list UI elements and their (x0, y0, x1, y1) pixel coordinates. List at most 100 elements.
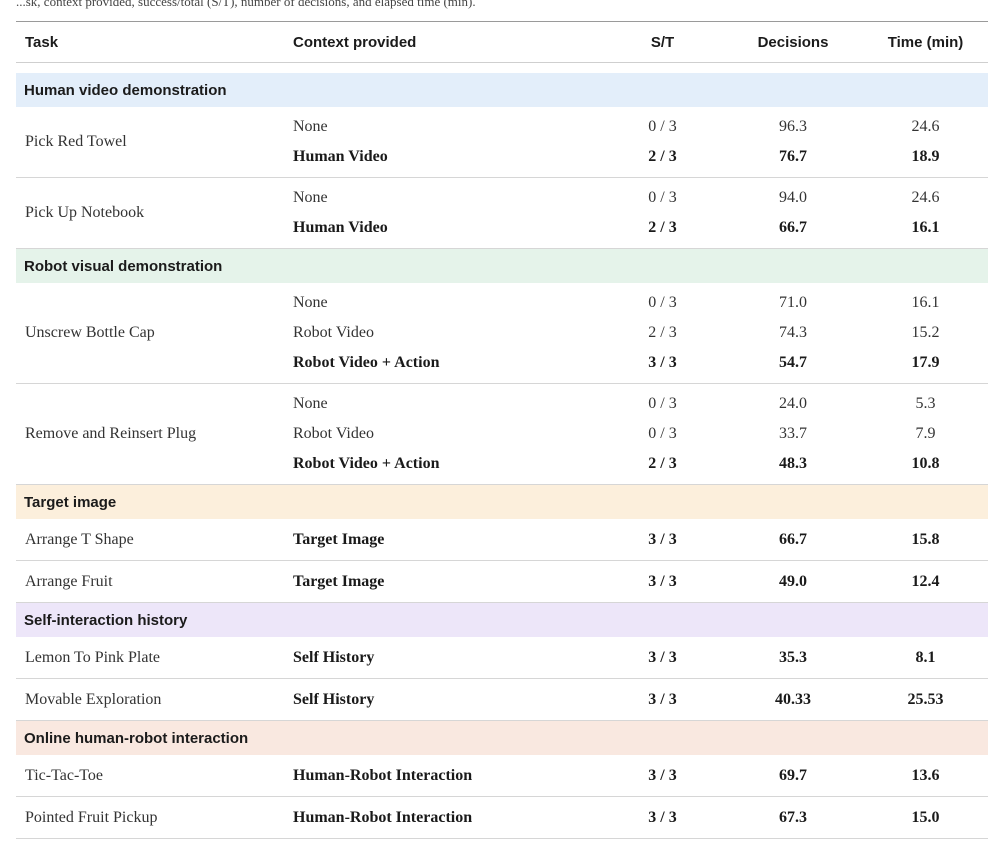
task-rows: Self History 3 / 3 40.33 25.53 (284, 679, 988, 720)
task-name: Lemon To Pink Plate (25, 648, 161, 666)
context-cell: Self History (293, 648, 375, 666)
task-name: Tic-Tac-Toe (25, 766, 104, 784)
time-cell: 5.3 (915, 395, 936, 412)
st-cell: 3 / 3 (648, 572, 677, 590)
decisions-cell: 35.3 (779, 648, 807, 666)
st-cell: 0 / 3 (648, 118, 677, 135)
table-row: Human Video 2 / 3 66.7 16.1 (284, 213, 988, 243)
task-name: Movable Exploration (25, 690, 162, 708)
time-cell: 16.1 (911, 294, 940, 311)
context-cell: Robot Video + Action (293, 455, 440, 472)
context-cell: None (293, 294, 328, 311)
time-cell: 13.6 (911, 766, 940, 784)
results-table: Task Context provided S/T Decisions Time… (16, 22, 988, 839)
table-row: Robot Video + Action 3 / 3 54.7 17.9 (284, 348, 988, 378)
task-rows: None 0 / 3 24.0 5.3 Robot Video 0 / 3 33.7 7.9 R… (284, 384, 988, 484)
st-cell: 0 / 3 (648, 189, 677, 206)
context-cell: Self History (293, 690, 375, 708)
task-rows: None 0 / 3 71.0 16.1 Robot Video 2 / 3 74.3 15.… (284, 283, 988, 383)
st-cell: 3 / 3 (648, 648, 677, 666)
header-time: Time (min) (887, 33, 964, 51)
st-cell: 0 / 3 (648, 425, 677, 442)
table-header: Task Context provided S/T Decisions Time… (16, 22, 988, 63)
decisions-cell: 54.7 (779, 354, 807, 371)
context-cell: Target Image (293, 530, 385, 548)
time-cell: 12.4 (911, 572, 940, 590)
section-header: Target image (16, 485, 988, 519)
time-cell: 7.9 (915, 425, 936, 442)
context-cell: Robot Video + Action (293, 354, 440, 371)
header-context: Context provided (293, 33, 417, 51)
task-group: Pick Up Notebook None 0 / 3 94.0 24.6 Human V… (16, 178, 988, 249)
context-cell: Target Image (293, 572, 385, 590)
context-cell: Human-Robot Interaction (293, 808, 473, 826)
task-group: Pointed Fruit Pickup Human-Robot Interact… (16, 797, 988, 839)
task-name: Pointed Fruit Pickup (25, 808, 158, 826)
table-row: Robot Video + Action 2 / 3 48.3 10.8 (284, 449, 988, 479)
task-rows: Human-Robot Interaction 3 / 3 69.7 13.6 (284, 755, 988, 796)
task-rows: Human-Robot Interaction 3 / 3 67.3 15.0 (284, 797, 988, 838)
context-cell: None (293, 118, 328, 135)
task-name: Pick Up Notebook (25, 204, 145, 221)
context-cell: None (293, 189, 328, 206)
table-row: None 0 / 3 96.3 24.6 (284, 112, 988, 142)
task-group: Tic-Tac-Toe Human-Robot Interaction 3 / 3 6… (16, 755, 988, 797)
decisions-cell: 96.3 (779, 118, 807, 135)
task-name: Arrange Fruit (25, 572, 113, 590)
task-rows: Target Image 3 / 3 49.0 12.4 (284, 561, 988, 602)
table-row: Self History 3 / 3 35.3 8.1 (284, 643, 988, 673)
time-cell: 17.9 (911, 354, 940, 371)
section-header: Human video demonstration (16, 73, 988, 107)
time-cell: 16.1 (911, 219, 940, 236)
st-cell: 0 / 3 (648, 294, 677, 311)
decisions-cell: 71.0 (779, 294, 807, 311)
decisions-cell: 40.33 (775, 690, 811, 708)
table-row: None 0 / 3 71.0 16.1 (284, 288, 988, 318)
decisions-cell: 48.3 (779, 455, 807, 472)
context-cell: Robot Video (293, 425, 374, 442)
decisions-cell: 24.0 (779, 395, 807, 412)
time-cell: 18.9 (911, 148, 940, 165)
context-cell: Human Video (293, 219, 388, 236)
time-cell: 15.2 (911, 324, 940, 341)
section-header: Self-interaction history (16, 603, 988, 637)
context-cell: Human-Robot Interaction (293, 766, 473, 784)
task-rows: Self History 3 / 3 35.3 8.1 (284, 637, 988, 678)
task-group: Pick Red Towel None 0 / 3 96.3 24.6 Human Vid… (16, 107, 988, 178)
st-cell: 3 / 3 (648, 354, 677, 371)
section-header: Robot visual demonstration (16, 249, 988, 283)
st-cell: 2 / 3 (648, 455, 677, 472)
decisions-cell: 67.3 (779, 808, 807, 826)
decisions-cell: 76.7 (779, 148, 807, 165)
time-cell: 24.6 (911, 118, 940, 135)
table-row: Human Video 2 / 3 76.7 18.9 (284, 142, 988, 172)
task-group: Unscrew Bottle Cap None 0 / 3 71.0 16.1 Robot… (16, 283, 988, 384)
st-cell: 3 / 3 (648, 808, 677, 826)
task-rows: None 0 / 3 94.0 24.6 Human Video 2 / 3 66.7 16.… (284, 178, 988, 248)
time-cell: 24.6 (911, 189, 940, 206)
table-row: Human-Robot Interaction 3 / 3 67.3 15.0 (284, 803, 988, 833)
task-name: Pick Red Towel (25, 133, 127, 150)
decisions-cell: 94.0 (779, 189, 807, 206)
st-cell: 3 / 3 (648, 766, 677, 784)
task-group: Movable Exploration Self History 3 / 3 40.3… (16, 679, 988, 721)
caption-fragment: ...sk, context provided, success/total (… (16, 0, 476, 9)
decisions-cell: 66.7 (779, 530, 807, 548)
context-cell: Human Video (293, 148, 388, 165)
time-cell: 10.8 (911, 455, 940, 472)
task-group: Lemon To Pink Plate Self History 3 / 3 35.3… (16, 637, 988, 679)
time-cell: 15.0 (911, 808, 940, 826)
table-row: None 0 / 3 94.0 24.6 (284, 183, 988, 213)
table-row: Human-Robot Interaction 3 / 3 69.7 13.6 (284, 761, 988, 791)
decisions-cell: 33.7 (779, 425, 807, 442)
task-rows: None 0 / 3 96.3 24.6 Human Video 2 / 3 76.7 18.… (284, 107, 988, 177)
st-cell: 3 / 3 (648, 530, 677, 548)
table-row: Self History 3 / 3 40.33 25.53 (284, 685, 988, 715)
st-cell: 0 / 3 (648, 395, 677, 412)
decisions-cell: 49.0 (779, 572, 807, 590)
decisions-cell: 74.3 (779, 324, 807, 341)
st-cell: 3 / 3 (648, 690, 677, 708)
decisions-cell: 69.7 (779, 766, 807, 784)
task-name: Remove and Reinsert Plug (25, 425, 197, 442)
task-group: Arrange T Shape Target Image 3 / 3 66.7 15.8 (16, 519, 988, 561)
